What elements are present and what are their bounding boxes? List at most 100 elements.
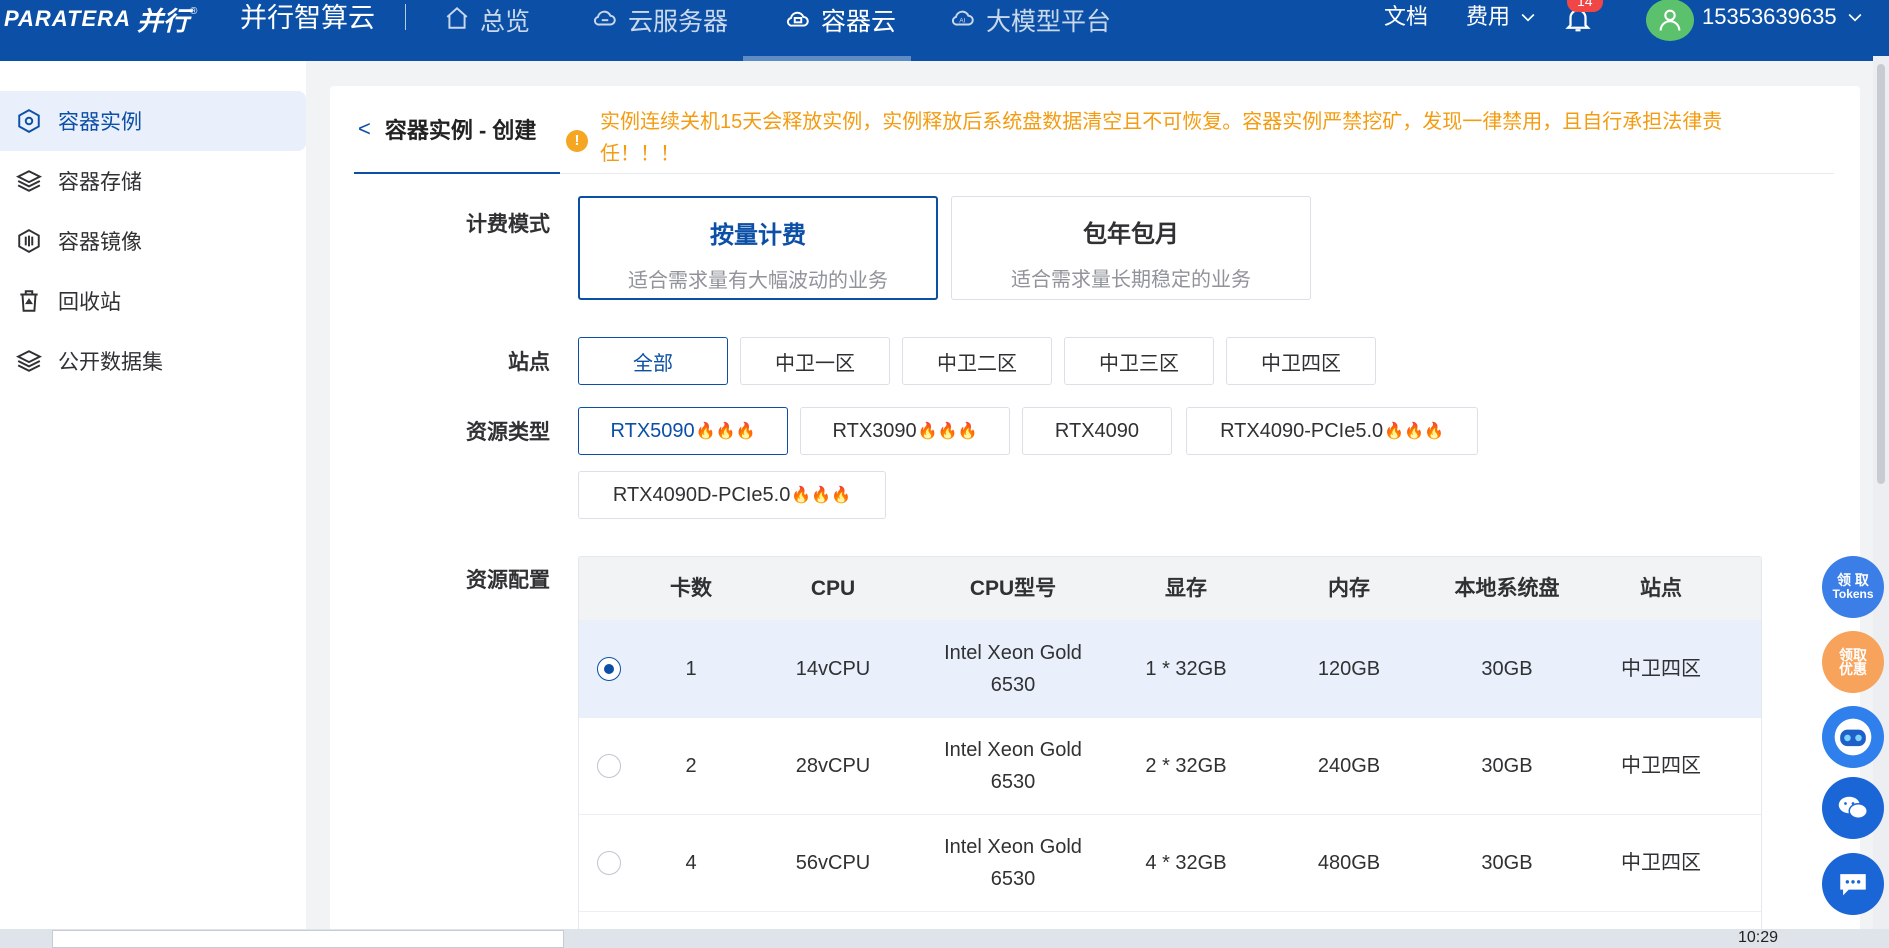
site-option-zone4[interactable]: 中卫四区 xyxy=(1226,337,1376,385)
resource-option-rtx4090[interactable]: RTX4090 xyxy=(1022,407,1172,455)
resource-option-name: RTX4090-PCIe5.0 xyxy=(1220,419,1384,442)
warning-text: 实例连续关机15天会释放实例，实例释放后系统盘数据清空且不可恢复。容器实例严禁挖… xyxy=(600,111,1723,165)
header-memory: 内存 xyxy=(1328,576,1370,600)
sidebar-item-container-image[interactable]: 容器镜像 xyxy=(0,211,306,271)
robot-icon xyxy=(1834,718,1872,756)
sidebar-item-label: 公开数据集 xyxy=(58,351,163,374)
cpu-model-line1: Intel Xeon Gold xyxy=(944,642,1082,664)
username: 15353639635 xyxy=(1702,4,1837,29)
row-radio[interactable] xyxy=(597,851,621,875)
header-site: 站点 xyxy=(1640,576,1682,600)
nav-label: 容器云 xyxy=(821,8,897,36)
row-radio[interactable] xyxy=(597,657,621,681)
get-coupon-button[interactable]: 领取 优惠 xyxy=(1822,631,1884,693)
site-option-zone2[interactable]: 中卫二区 xyxy=(902,337,1052,385)
resource-config-table: 卡数 CPU CPU型号 显存 内存 本地系统盘 站点 1 14vCPU Int… xyxy=(578,556,1762,942)
get-tokens-button[interactable]: 领 取 Tokens xyxy=(1822,556,1884,618)
site-option-zone3[interactable]: 中卫三区 xyxy=(1064,337,1214,385)
cell-cpu-model: Intel Xeon Gold 6530 xyxy=(923,734,1103,798)
image-icon xyxy=(18,229,40,253)
layers-icon xyxy=(16,170,42,192)
billing-option-subscription[interactable]: 包年包月 适合需求量长期稳定的业务 xyxy=(951,196,1311,300)
cell-disk: 30GB xyxy=(1481,852,1533,874)
nav-container-cloud[interactable]: 容器云 xyxy=(785,0,896,61)
row-radio[interactable] xyxy=(597,754,621,778)
tokens-line1: 领 取 xyxy=(1837,572,1869,588)
resource-config-label: 资源配置 xyxy=(466,569,550,592)
nav-llm-platform[interactable]: AI 大模型平台 xyxy=(950,0,1111,61)
sidebar-item-public-dataset[interactable]: 公开数据集 xyxy=(0,331,306,391)
billing-mode-label: 计费模式 xyxy=(466,213,550,236)
chevron-down-icon xyxy=(1848,13,1862,22)
trash-icon xyxy=(20,290,38,312)
resource-option-rtx3090[interactable]: RTX3090 🔥🔥🔥 xyxy=(800,407,1010,455)
cell-site: 中卫四区 xyxy=(1621,852,1701,874)
sidebar-item-label: 容器存储 xyxy=(58,171,142,194)
back-button[interactable]: < 容器实例 - 创建 xyxy=(354,86,561,174)
table-row[interactable]: 1 14vCPU Intel Xeon Gold 6530 1 * 32GB 12… xyxy=(579,620,1761,717)
docs-link[interactable]: 文档 xyxy=(1384,0,1428,34)
taskbar-clock: 10:29 xyxy=(1738,929,1779,946)
cpu-model-line2: 6530 xyxy=(990,674,1036,696)
sidebar-item-container-instance[interactable]: 容器实例 xyxy=(0,91,306,151)
chat-button[interactable] xyxy=(1822,853,1884,915)
billing-option-title: 包年包月 xyxy=(1083,221,1179,248)
coupon-line1: 领取 xyxy=(1839,647,1867,663)
table-row[interactable]: 4 56vCPU Intel Xeon Gold 6530 4 * 32GB 48… xyxy=(579,814,1761,911)
table-row[interactable]: 2 28vCPU Intel Xeon Gold 6530 2 * 32GB 24… xyxy=(579,717,1761,814)
resource-option-rtx4090d-pcie5[interactable]: RTX4090D-PCIe5.0 🔥🔥🔥 xyxy=(578,471,886,519)
cell-disk: 30GB xyxy=(1481,658,1533,680)
cell-cards: 1 xyxy=(685,658,697,680)
cell-cpu: 14vCPU xyxy=(795,658,871,680)
paratera-logo[interactable]: PARATERA 并行 ® xyxy=(4,4,197,36)
fire-icon: 🔥🔥🔥 xyxy=(917,423,978,440)
cpu-model-line1: Intel Xeon Gold xyxy=(944,739,1082,761)
sidebar-item-container-storage[interactable]: 容器存储 xyxy=(0,151,306,211)
sidebar-item-label: 容器镜像 xyxy=(58,231,142,254)
dataset-icon xyxy=(16,350,42,372)
site-label: 站点 xyxy=(508,351,550,374)
site-option-zone1[interactable]: 中卫一区 xyxy=(740,337,890,385)
header-cards: 卡数 xyxy=(670,576,712,600)
cell-memory: 480GB xyxy=(1317,852,1381,874)
nav-divider xyxy=(405,4,406,30)
site-option-all[interactable]: 全部 xyxy=(578,337,728,385)
nav-label: 总览 xyxy=(480,8,531,36)
page-header: < 容器实例 - 创建 ! 实例连续关机15天会释放实例，实例释放后系统盘数据清… xyxy=(354,86,1834,174)
billing-option-desc: 适合需求量有大幅波动的业务 xyxy=(628,270,888,292)
cell-cpu: 28vCPU xyxy=(795,755,871,777)
sidebar-item-recycle-bin[interactable]: 回收站 xyxy=(0,271,306,331)
resource-option-rtx5090[interactable]: RTX5090 🔥🔥🔥 xyxy=(578,407,788,455)
cpu-model-line2: 6530 xyxy=(990,771,1036,793)
billing-option-pay-as-you-go[interactable]: 按量计费 适合需求量有大幅波动的业务 xyxy=(578,196,938,300)
notification-badge: 14 xyxy=(1567,0,1603,12)
nav-label: 云服务器 xyxy=(628,8,729,36)
container-instance-icon xyxy=(18,109,40,133)
wechat-button[interactable] xyxy=(1822,777,1884,839)
cell-disk: 30GB xyxy=(1481,755,1533,777)
robot-assistant-button[interactable] xyxy=(1822,706,1884,768)
scrollbar-thumb[interactable] xyxy=(1877,64,1885,484)
avatar[interactable] xyxy=(1646,0,1694,41)
cloud-server-icon xyxy=(593,10,616,26)
sidebar: 容器实例 容器存储 容器镜像 回收站 公开数据集 xyxy=(0,61,306,948)
resource-option-rtx4090-pcie5[interactable]: RTX4090-PCIe5.0 🔥🔥🔥 xyxy=(1186,407,1478,455)
nav-cloud-server[interactable]: 云服务器 xyxy=(592,0,728,61)
billing-menu[interactable]: 费用 xyxy=(1466,0,1538,34)
resource-type-label: 资源类型 xyxy=(466,421,550,444)
header-disk: 本地系统盘 xyxy=(1454,576,1560,600)
taskbar-search-box[interactable] xyxy=(52,930,564,948)
nav-overview[interactable]: 总览 xyxy=(444,0,530,61)
chat-bubble-icon xyxy=(1840,874,1866,896)
resource-option-name: RTX3090 xyxy=(832,419,917,442)
cell-vram: 4 * 32GB xyxy=(1145,852,1227,874)
fire-icon: 🔥🔥🔥 xyxy=(791,487,852,504)
logo-cn-text: 并行 xyxy=(136,5,189,36)
cell-site: 中卫四区 xyxy=(1621,658,1701,680)
radio-cell xyxy=(579,657,639,681)
user-menu[interactable]: 15353639635 xyxy=(1702,0,1865,34)
cell-cpu-model: Intel Xeon Gold 6530 xyxy=(923,831,1103,895)
sidebar-item-label: 回收站 xyxy=(58,291,121,314)
cell-cpu: 56vCPU xyxy=(795,852,871,874)
top-navbar: PARATERA 并行 ® 并行智算云 总览 云服务器 容器云 AI 大模型平台… xyxy=(0,0,1889,61)
